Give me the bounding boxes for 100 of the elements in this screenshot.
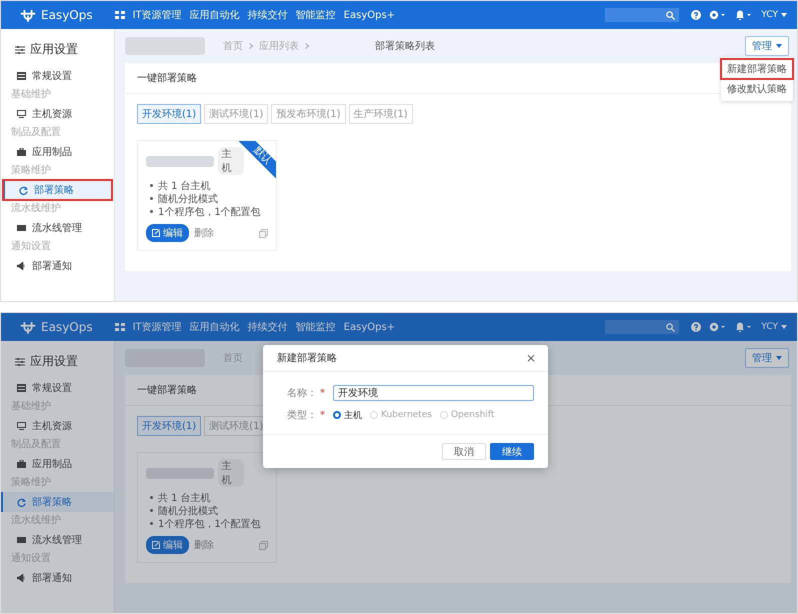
logo-icon xyxy=(19,8,37,22)
bullet-dot xyxy=(150,509,153,512)
card-detail: 共 1 台主机 xyxy=(158,180,211,192)
bullet-dot xyxy=(150,184,153,187)
menu-item[interactable]: 修改默认策略 xyxy=(721,79,793,99)
sidebar-item[interactable]: 主机资源 xyxy=(1,416,114,436)
sliders-icon xyxy=(15,358,25,366)
monitor-icon xyxy=(17,110,26,118)
sidebar-item[interactable]: 主机资源 xyxy=(1,104,114,124)
environment-tab[interactable]: 开发环境(1) xyxy=(137,104,202,124)
sidebar-item[interactable]: 常规设置 xyxy=(1,66,114,86)
bullet-dot xyxy=(150,496,153,499)
delete-button[interactable]: 删除 xyxy=(194,226,214,240)
monitor-icon xyxy=(17,422,26,430)
caret-icon xyxy=(776,356,782,360)
sidebar-item[interactable]: 部署策略 xyxy=(3,180,112,200)
user-menu[interactable]: YCY xyxy=(761,322,778,332)
sidebar-item[interactable]: 部署策略 xyxy=(1,492,114,512)
sidebar-group-label: 通知设置 xyxy=(10,240,52,254)
logo-text: EasyOps xyxy=(41,8,93,22)
sidebar-group-label: 策略维护 xyxy=(10,476,52,490)
nav-menu-item[interactable]: 应用自动化 xyxy=(190,8,240,22)
notification-icon[interactable] xyxy=(735,322,754,332)
sidebar-item[interactable]: 应用制品 xyxy=(1,454,114,474)
type-radio[interactable]: 主机 xyxy=(333,408,362,422)
edit-icon xyxy=(152,229,160,237)
manage-button[interactable]: 管理 xyxy=(745,36,789,56)
card-detail: 共 1 台主机 xyxy=(158,492,211,504)
sync-icon xyxy=(17,498,26,506)
nav-menu-item[interactable]: 应用自动化 xyxy=(190,320,240,334)
edit-button[interactable]: 编辑 xyxy=(146,224,189,242)
edit-button[interactable]: 编辑 xyxy=(146,536,189,554)
grid-icon[interactable] xyxy=(114,323,125,331)
caret-icon xyxy=(781,325,787,329)
type-tag: 主机 xyxy=(218,147,244,175)
sidebar-item[interactable]: 部署通知 xyxy=(1,568,114,588)
sidebar-item[interactable]: 应用制品 xyxy=(1,142,114,162)
sidebar-group-label: 制品及配置 xyxy=(10,438,62,452)
environment-tab[interactable]: 生产环境(1) xyxy=(348,104,413,124)
list-icon xyxy=(17,72,26,80)
card-detail: 1个程序包，1个配置包 xyxy=(158,518,261,530)
environment-tab[interactable]: 测试环境(1) xyxy=(204,104,268,124)
edit-icon xyxy=(152,541,160,549)
nav-menu-item[interactable]: EasyOps+ xyxy=(344,322,396,332)
required-mark: * xyxy=(320,388,325,398)
user-menu[interactable]: YCY xyxy=(761,10,778,20)
nav-menu-item[interactable]: EasyOps+ xyxy=(344,10,396,20)
continue-button[interactable]: 继续 xyxy=(490,443,534,460)
help-icon[interactable] xyxy=(691,322,702,332)
megaphone-icon xyxy=(17,262,26,270)
sidebar-title: 应用设置 xyxy=(30,353,78,370)
caret-icon xyxy=(781,13,787,17)
nav-menu-item[interactable]: IT资源管理 xyxy=(132,320,182,334)
redacted-name xyxy=(146,156,214,166)
sidebar-group-label: 通知设置 xyxy=(10,552,52,566)
bullet-dot xyxy=(150,522,153,525)
nav-menu-item[interactable]: 智能监控 xyxy=(296,8,336,22)
delete-button[interactable]: 删除 xyxy=(194,538,214,552)
sidebar-item[interactable]: 流水线管理 xyxy=(1,530,114,550)
notification-icon[interactable] xyxy=(735,10,754,20)
breadcrumb-link[interactable]: 部署策略列表 xyxy=(375,39,435,53)
sidebar-group-label: 流水线维护 xyxy=(10,202,62,216)
close-button[interactable]: × xyxy=(524,351,538,365)
list-icon xyxy=(17,384,26,392)
search-field[interactable] xyxy=(605,8,680,22)
sidebar-group-label: 制品及配置 xyxy=(10,126,62,140)
search-field[interactable] xyxy=(605,320,680,334)
chevron-icon xyxy=(249,43,253,49)
nav-menu-item[interactable]: 持续交付 xyxy=(248,8,288,22)
card-detail: 随机分批模式 xyxy=(158,192,218,206)
settings-icon[interactable] xyxy=(709,10,728,20)
environment-tab[interactable]: 开发环境(1) xyxy=(137,416,202,436)
grid-icon[interactable] xyxy=(114,11,125,19)
field-label: 类型： xyxy=(287,408,317,422)
nav-menu-item[interactable]: IT资源管理 xyxy=(132,8,182,22)
manage-button[interactable]: 管理 xyxy=(745,348,789,368)
sidebar-item[interactable]: 流水线管理 xyxy=(1,218,114,238)
sidebar-item[interactable]: 常规设置 xyxy=(1,378,114,398)
card-detail: 1个程序包，1个配置包 xyxy=(158,206,261,218)
cancel-button[interactable]: 取消 xyxy=(442,443,486,460)
logo-text: EasyOps xyxy=(41,320,93,334)
sidebar-group-label: 策略维护 xyxy=(10,164,52,178)
field-label: 名称： xyxy=(287,387,317,400)
required-mark: * xyxy=(320,410,325,420)
dialog-title: 新建部署策略 xyxy=(277,352,337,365)
help-icon[interactable] xyxy=(691,10,702,20)
settings-icon[interactable] xyxy=(709,322,728,332)
sidebar-item[interactable]: 部署通知 xyxy=(1,256,114,276)
megaphone-icon xyxy=(17,574,26,582)
search-icon xyxy=(666,322,676,332)
card-icon xyxy=(17,224,26,232)
name-input[interactable]: 开发环境 xyxy=(333,385,534,401)
sidebar-group-label: 流水线维护 xyxy=(10,514,62,528)
environment-tab[interactable]: 预发布环境(1) xyxy=(271,104,346,124)
nav-menu-item[interactable]: 持续交付 xyxy=(248,320,288,334)
menu-item[interactable]: 新建部署策略 xyxy=(721,59,793,79)
chevron-icon xyxy=(305,43,309,49)
nav-menu-item[interactable]: 智能监控 xyxy=(296,320,336,334)
sliders-icon xyxy=(15,46,25,54)
card-detail: 随机分批模式 xyxy=(158,504,218,518)
